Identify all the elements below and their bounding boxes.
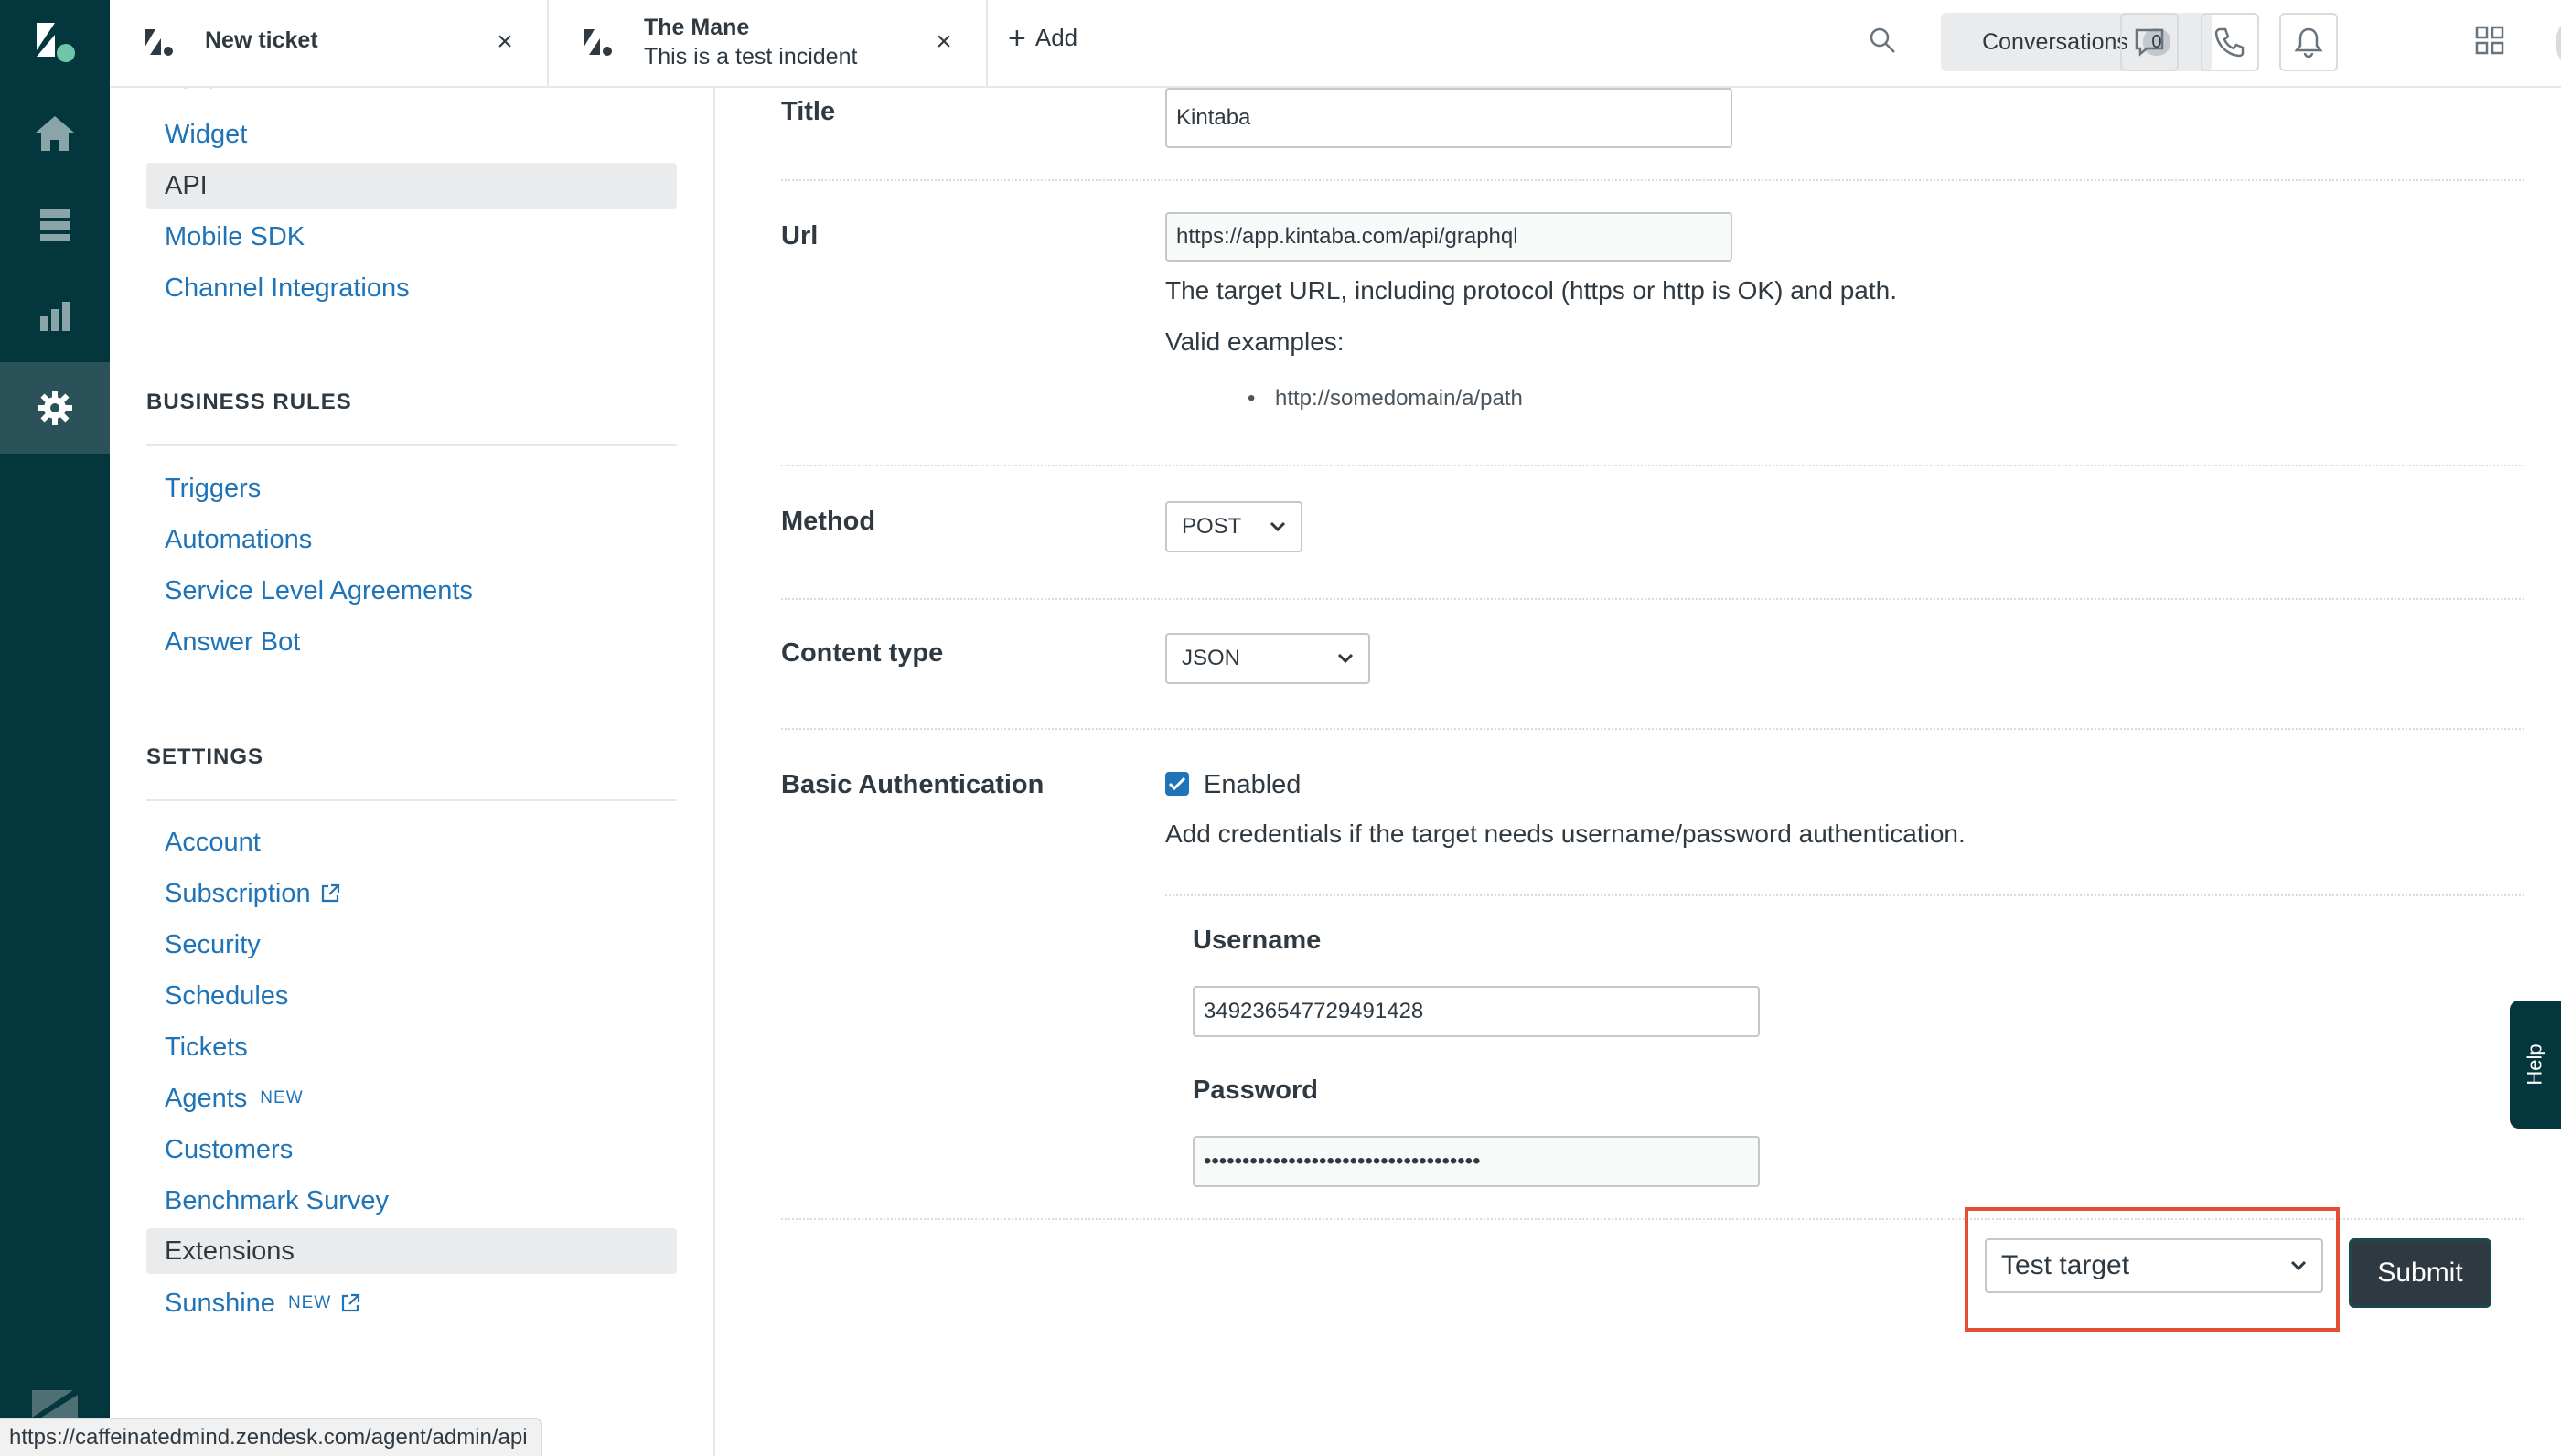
- url-label: Url: [781, 221, 819, 251]
- divider: [146, 444, 677, 446]
- basic-auth-help-text: Add credentials if the target needs user…: [1165, 819, 1966, 848]
- top-bar: New ticket × The Mane This is a test inc…: [110, 0, 2561, 88]
- divider: [781, 598, 2524, 600]
- sidebar-item-label: Subscription: [165, 878, 311, 908]
- content-type-value: JSON: [1182, 646, 1241, 670]
- product-rail: [0, 0, 110, 1456]
- sidebar-item-account[interactable]: Account: [146, 819, 677, 865]
- chevron-down-icon: [2290, 1260, 2307, 1271]
- sidebar-item-triggers[interactable]: Triggers: [146, 466, 677, 511]
- sidebar-item-text[interactable]: Text: [146, 88, 677, 102]
- external-link-icon: [321, 883, 339, 903]
- help-widget-tab[interactable]: Help: [2510, 1001, 2561, 1129]
- test-target-select[interactable]: Test target: [1985, 1238, 2323, 1293]
- ticket-icon: [143, 27, 174, 61]
- sidebar-item-answer-bot[interactable]: Answer Bot: [146, 619, 677, 665]
- zendesk-logo-icon[interactable]: [27, 18, 82, 64]
- sidebar-item-label: Sunshine: [165, 1288, 275, 1318]
- sidebar-item-automations[interactable]: Automations: [146, 517, 677, 562]
- sidebar-item-tickets[interactable]: Tickets: [146, 1024, 677, 1070]
- sidebar-item-widget[interactable]: Widget: [146, 112, 677, 157]
- basic-auth-label: Basic Authentication: [781, 770, 1045, 799]
- content-type-label: Content type: [781, 638, 944, 668]
- username-label: Username: [1193, 926, 1322, 955]
- reporting-icon[interactable]: [0, 271, 110, 362]
- settings-heading: SETTINGS: [146, 744, 264, 769]
- divider: [781, 179, 2524, 181]
- enabled-label: Enabled: [1204, 770, 1302, 799]
- url-help-text: The target URL, including protocol (http…: [1165, 276, 1897, 305]
- method-value: POST: [1182, 514, 1242, 539]
- valid-examples-label: Valid examples:: [1165, 327, 1345, 356]
- notifications-button[interactable]: [2279, 13, 2338, 71]
- zendesk-footer-logo-icon: [27, 1386, 82, 1422]
- divider: [1165, 894, 2524, 896]
- ticket-icon: [582, 27, 613, 61]
- sidebar-item-extensions[interactable]: Extensions: [146, 1228, 677, 1274]
- sidebar-item-agents[interactable]: Agents NEW: [146, 1076, 677, 1121]
- divider: [781, 465, 2524, 466]
- user-avatar[interactable]: [2556, 13, 2561, 73]
- tab-new-ticket[interactable]: New ticket ×: [110, 0, 549, 86]
- phone-button[interactable]: [2201, 13, 2259, 71]
- close-tab-icon[interactable]: ×: [488, 26, 521, 59]
- valid-example-item: http://somedomain/a/path: [1248, 386, 1523, 412]
- divider: [146, 799, 677, 801]
- external-link-icon: [342, 1293, 360, 1312]
- conversations-label: Conversations: [1982, 28, 2128, 55]
- business-rules-heading: BUSINESS RULES: [146, 390, 352, 414]
- new-badge: NEW: [287, 1293, 332, 1312]
- submit-button[interactable]: Submit: [2349, 1238, 2491, 1308]
- content-type-select[interactable]: JSON: [1165, 633, 1370, 684]
- add-tab-button[interactable]: + Add: [1008, 20, 1078, 56]
- sidebar-item-customers[interactable]: Customers: [146, 1127, 677, 1172]
- chevron-down-icon: [1270, 521, 1286, 532]
- user-icon: [2556, 13, 2561, 73]
- checkmark-icon: [1168, 776, 1186, 791]
- sidebar-item-channel-integrations[interactable]: Channel Integrations: [146, 265, 677, 311]
- sidebar-item-sunshine[interactable]: Sunshine NEW: [146, 1280, 677, 1326]
- sidebar-item-mobile-sdk[interactable]: Mobile SDK: [146, 214, 677, 260]
- sidebar-item-slas[interactable]: Service Level Agreements: [146, 568, 677, 614]
- sidebar-item-label: Agents: [165, 1083, 248, 1113]
- chevron-down-icon: [1337, 653, 1354, 664]
- password-input[interactable]: [1193, 1136, 1760, 1187]
- admin-sidebar: Text Widget API Mobile SDK Channel Integ…: [110, 88, 715, 1456]
- method-label: Method: [781, 507, 876, 536]
- test-target-value: Test target: [2001, 1250, 2130, 1280]
- username-input[interactable]: [1193, 986, 1760, 1037]
- tab-title: The Mane: [644, 15, 750, 40]
- tab-subtitle: This is a test incident: [644, 44, 858, 70]
- admin-gear-icon[interactable]: [0, 362, 110, 454]
- products-grid-icon[interactable]: [2475, 26, 2504, 59]
- divider: [781, 728, 2524, 730]
- phone-icon: [2214, 27, 2245, 58]
- close-tab-icon[interactable]: ×: [927, 26, 960, 59]
- password-label: Password: [1193, 1076, 1318, 1105]
- add-tab-label: Add: [1034, 24, 1078, 51]
- plus-icon: +: [1008, 20, 1026, 56]
- sidebar-item-subscription[interactable]: Subscription: [146, 871, 677, 916]
- bell-icon: [2294, 27, 2323, 58]
- chat-bubble-icon: [2135, 28, 2164, 57]
- search-icon[interactable]: [1868, 26, 1897, 59]
- sidebar-item-api[interactable]: API: [146, 163, 677, 209]
- help-tab-label: Help: [2523, 1044, 2546, 1086]
- url-input[interactable]: [1165, 212, 1732, 262]
- views-icon[interactable]: [0, 179, 110, 271]
- tab-the-mane[interactable]: The Mane This is a test incident ×: [549, 0, 988, 86]
- tab-title: New ticket: [205, 27, 318, 53]
- new-badge: NEW: [260, 1088, 304, 1108]
- sidebar-item-benchmark-survey[interactable]: Benchmark Survey: [146, 1178, 677, 1224]
- title-input[interactable]: [1165, 88, 1732, 148]
- method-select[interactable]: POST: [1165, 501, 1302, 552]
- home-icon[interactable]: [0, 88, 110, 179]
- basic-auth-checkbox[interactable]: [1165, 772, 1189, 796]
- chat-button[interactable]: [2120, 13, 2179, 71]
- status-bar-url: https://caffeinatedmind.zendesk.com/agen…: [0, 1418, 542, 1456]
- sidebar-item-security[interactable]: Security: [146, 922, 677, 968]
- title-label: Title: [781, 97, 836, 126]
- sidebar-item-schedules[interactable]: Schedules: [146, 973, 677, 1019]
